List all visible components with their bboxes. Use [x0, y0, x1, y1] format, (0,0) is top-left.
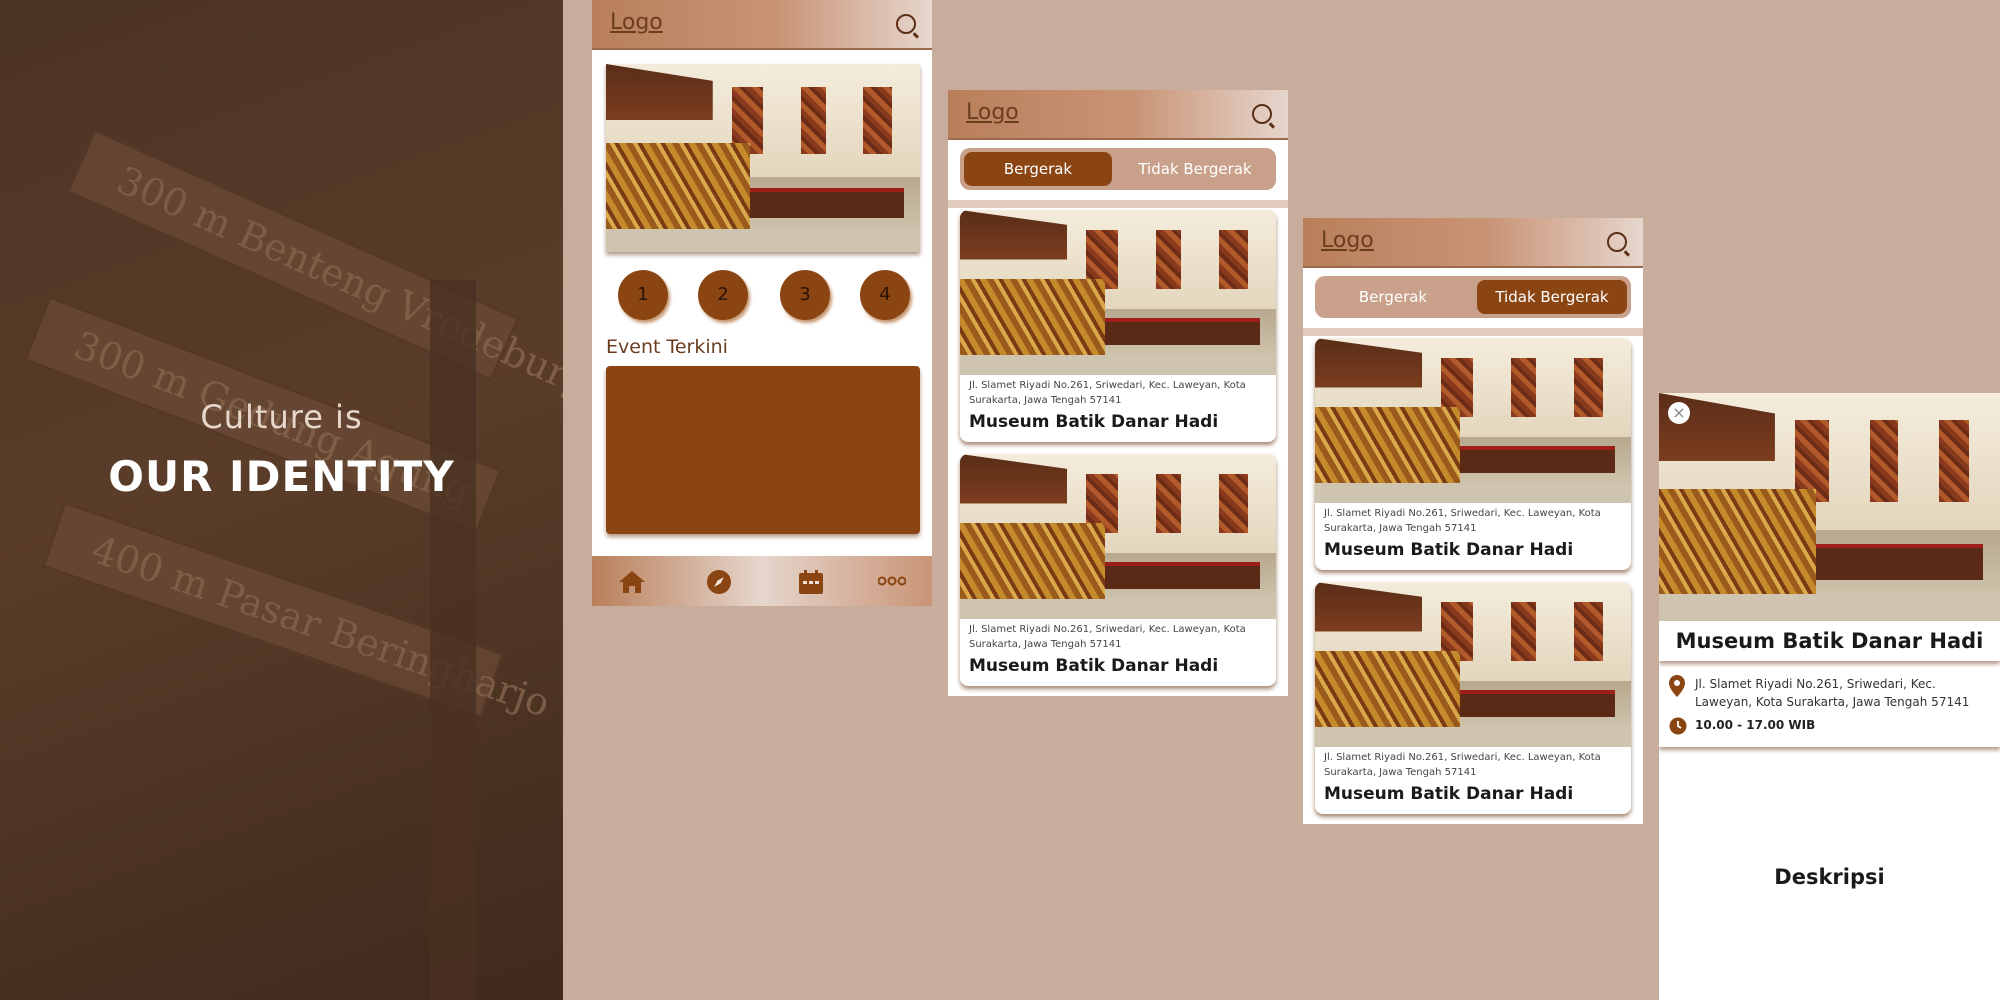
list-screen-bergerak: Logo Bergerak Tidak Bergerak Jl. Slamet …	[948, 90, 1288, 696]
compass-icon[interactable]	[706, 569, 732, 595]
place-title: Museum Batik Danar Hadi	[969, 412, 1219, 432]
place-image	[960, 454, 1276, 619]
list-screen-tidak-bergerak: Logo Bergerak Tidak Bergerak Jl. Slamet …	[1303, 218, 1643, 824]
place-card[interactable]: Jl. Slamet Riyadi No.261, Sriwedari, Kec…	[960, 454, 1276, 686]
category-toggle: Bergerak Tidak Bergerak	[1315, 276, 1631, 318]
calendar-icon[interactable]	[798, 569, 824, 595]
tab-tidak-bergerak[interactable]: Tidak Bergerak	[1477, 280, 1627, 314]
category-toggle: Bergerak Tidak Bergerak	[960, 148, 1276, 190]
tab-bergerak[interactable]: Bergerak	[1319, 280, 1467, 314]
tab-bergerak[interactable]: Bergerak	[964, 152, 1112, 186]
hero-panel: 300 m Benteng Vredeburg 300 m Gedung Agu…	[0, 0, 563, 1000]
place-image	[1315, 582, 1631, 747]
detail-title: Museum Batik Danar Hadi	[1675, 629, 1984, 653]
place-image	[960, 210, 1276, 375]
logo-link[interactable]: Logo	[1321, 228, 1374, 253]
home-icon[interactable]	[618, 570, 646, 594]
pager-dot-4[interactable]: 4	[860, 270, 910, 320]
divider	[948, 200, 1288, 208]
search-icon[interactable]	[1607, 232, 1627, 252]
logo-link[interactable]: Logo	[966, 100, 1019, 125]
clock-icon	[1669, 717, 1687, 735]
place-card[interactable]: Jl. Slamet Riyadi No.261, Sriwedari, Kec…	[960, 210, 1276, 442]
opening-hours: 10.00 - 17.00 WIB	[1695, 718, 1816, 732]
app-header: Logo	[592, 0, 932, 50]
detail-info-card: Jl. Slamet Riyadi No.261, Sriwedari, Kec…	[1659, 667, 2000, 747]
detail-screen: × Museum Batik Danar Hadi Jl. Slamet Riy…	[1659, 393, 2000, 1000]
section-title: Event Terkini	[606, 336, 728, 358]
banner-image[interactable]	[606, 64, 920, 252]
signpost-pole	[430, 280, 476, 1000]
divider	[1303, 328, 1643, 336]
hero-headline: OUR IDENTITY	[108, 452, 455, 501]
app-header: Logo	[948, 90, 1288, 140]
detail-title-bar: Museum Batik Danar Hadi	[1659, 621, 2000, 661]
place-card[interactable]: Jl. Slamet Riyadi No.261, Sriwedari, Kec…	[1315, 338, 1631, 570]
tab-tidak-bergerak[interactable]: Tidak Bergerak	[1118, 152, 1272, 186]
location-pin-icon	[1669, 675, 1685, 697]
bottom-nav	[592, 556, 932, 606]
home-screen: Logo 1 2 3 4 Event Terkini	[592, 0, 932, 606]
search-icon[interactable]	[1252, 104, 1272, 124]
place-address: Jl. Slamet Riyadi No.261, Sriwedari, Kec…	[1324, 752, 1601, 778]
place-title: Museum Batik Danar Hadi	[1324, 784, 1574, 804]
pager-dot-1[interactable]: 1	[618, 270, 668, 320]
description-heading: Deskripsi	[1774, 865, 1885, 889]
place-title: Museum Batik Danar Hadi	[969, 656, 1219, 676]
logo-link[interactable]: Logo	[610, 10, 663, 35]
search-icon[interactable]	[896, 14, 916, 34]
detail-image	[1659, 393, 2000, 621]
place-address: Jl. Slamet Riyadi No.261, Sriwedari, Kec…	[969, 380, 1246, 406]
place-address: Jl. Slamet Riyadi No.261, Sriwedari, Kec…	[1324, 508, 1601, 534]
event-card[interactable]	[606, 366, 920, 534]
detail-address: Jl. Slamet Riyadi No.261, Sriwedari, Kec…	[1695, 677, 1970, 709]
close-icon[interactable]: ×	[1668, 402, 1690, 424]
place-card[interactable]: Jl. Slamet Riyadi No.261, Sriwedari, Kec…	[1315, 582, 1631, 814]
pager-dot-2[interactable]: 2	[698, 270, 748, 320]
hero-tagline: Culture is	[200, 398, 363, 436]
place-address: Jl. Slamet Riyadi No.261, Sriwedari, Kec…	[969, 624, 1246, 650]
place-title: Museum Batik Danar Hadi	[1324, 540, 1574, 560]
place-image	[1315, 338, 1631, 503]
pager-dot-3[interactable]: 3	[780, 270, 830, 320]
more-icon[interactable]	[878, 576, 906, 586]
app-header: Logo	[1303, 218, 1643, 268]
